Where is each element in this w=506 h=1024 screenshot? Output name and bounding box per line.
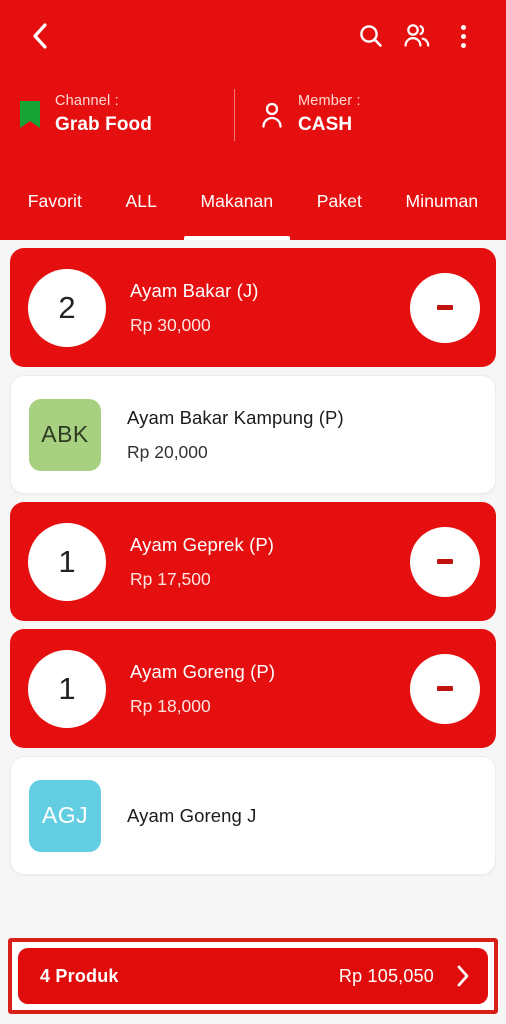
cart-total-label: Rp 105,050 xyxy=(338,965,434,986)
product-count-label: 4 Produk xyxy=(40,965,119,986)
tab-makanan[interactable]: Makanan xyxy=(179,191,295,240)
product-card[interactable]: ABK Ayam Bakar Kampung (P) Rp 20,000 xyxy=(10,375,496,494)
bookmark-icon xyxy=(20,101,40,128)
product-avatar: ABK xyxy=(29,398,101,471)
people-icon xyxy=(404,24,430,47)
tab-label: Minuman xyxy=(405,191,479,211)
member-value: CASH xyxy=(297,113,353,135)
cart-summary-button[interactable]: 4 Produk Rp 105,050 xyxy=(18,948,488,1004)
product-price: Rp 18,000 xyxy=(130,696,211,717)
chevron-left-icon xyxy=(32,23,47,49)
members-button[interactable] xyxy=(394,13,440,59)
tab-minuman[interactable]: Minuman xyxy=(384,191,500,240)
decrement-button[interactable] xyxy=(410,272,480,343)
product-name: Ayam Geprek (P) xyxy=(130,533,275,555)
app-header: Channel : Grab Food Member : CASH Favori… xyxy=(0,0,506,240)
context-info-row: Channel : Grab Food Member : CASH xyxy=(0,72,506,158)
more-vertical-icon xyxy=(460,24,466,48)
product-card[interactable]: 1 Ayam Goreng (P) Rp 18,000 xyxy=(10,629,496,748)
quantity-badge: 1 xyxy=(28,649,106,728)
tab-label: ALL xyxy=(125,191,157,211)
minus-icon xyxy=(437,559,453,564)
tab-label: Favorit xyxy=(27,191,82,211)
top-action-bar xyxy=(0,0,506,72)
member-info[interactable]: Member : CASH xyxy=(235,93,361,136)
product-details: Ayam Bakar Kampung (P) Rp 20,000 xyxy=(101,407,479,462)
product-details: Ayam Bakar (J) Rp 30,000 xyxy=(106,280,410,335)
more-options-button[interactable] xyxy=(440,13,486,59)
tab-all[interactable]: ALL xyxy=(104,191,179,240)
bottom-summary-area: 4 Produk Rp 105,050 xyxy=(0,928,506,1024)
channel-info[interactable]: Channel : Grab Food xyxy=(18,93,152,136)
product-name: Ayam Goreng (P) xyxy=(130,660,276,682)
back-button[interactable] xyxy=(22,19,56,53)
channel-label: Channel : xyxy=(55,93,119,110)
tab-paket[interactable]: Paket xyxy=(295,191,384,240)
product-name: Ayam Bakar Kampung (P) xyxy=(127,406,344,428)
minus-icon xyxy=(437,305,453,310)
product-details: Ayam Goreng J xyxy=(101,805,479,826)
tab-favorit[interactable]: Favorit xyxy=(6,191,104,240)
decrement-button[interactable] xyxy=(410,526,480,597)
decrement-button[interactable] xyxy=(410,653,480,724)
chevron-right-icon xyxy=(456,965,470,987)
quantity-badge: 2 xyxy=(28,268,106,347)
member-text: Member : CASH xyxy=(298,93,361,136)
member-label: Member : xyxy=(297,93,361,110)
tab-label: Makanan xyxy=(200,191,274,211)
minus-icon xyxy=(437,686,453,691)
tab-label: Paket xyxy=(316,191,362,211)
search-button[interactable] xyxy=(348,13,394,59)
person-icon xyxy=(262,102,282,128)
product-avatar: AGJ xyxy=(29,779,101,852)
product-details: Ayam Geprek (P) Rp 17,500 xyxy=(106,534,410,589)
category-tabs: Favorit ALL Makanan Paket Minuman xyxy=(0,158,506,240)
product-name: Ayam Goreng J xyxy=(127,804,257,826)
product-list[interactable]: 2 Ayam Bakar (J) Rp 30,000 ABK Ayam Baka… xyxy=(0,240,506,928)
quantity-badge: 1 xyxy=(28,522,106,601)
product-details: Ayam Goreng (P) Rp 18,000 xyxy=(106,661,410,716)
product-price: Rp 30,000 xyxy=(130,315,211,336)
channel-text: Channel : Grab Food xyxy=(55,93,152,136)
search-icon xyxy=(360,25,382,47)
product-price: Rp 17,500 xyxy=(130,569,211,590)
product-card[interactable]: 1 Ayam Geprek (P) Rp 17,500 xyxy=(10,502,496,621)
channel-value: Grab Food xyxy=(55,113,152,135)
product-name: Ayam Bakar (J) xyxy=(130,279,259,301)
app-screen: Channel : Grab Food Member : CASH Favori… xyxy=(0,0,506,1024)
product-card[interactable]: AGJ Ayam Goreng J xyxy=(10,756,496,875)
product-price: Rp 20,000 xyxy=(127,442,208,463)
product-card[interactable]: 2 Ayam Bakar (J) Rp 30,000 xyxy=(10,248,496,367)
